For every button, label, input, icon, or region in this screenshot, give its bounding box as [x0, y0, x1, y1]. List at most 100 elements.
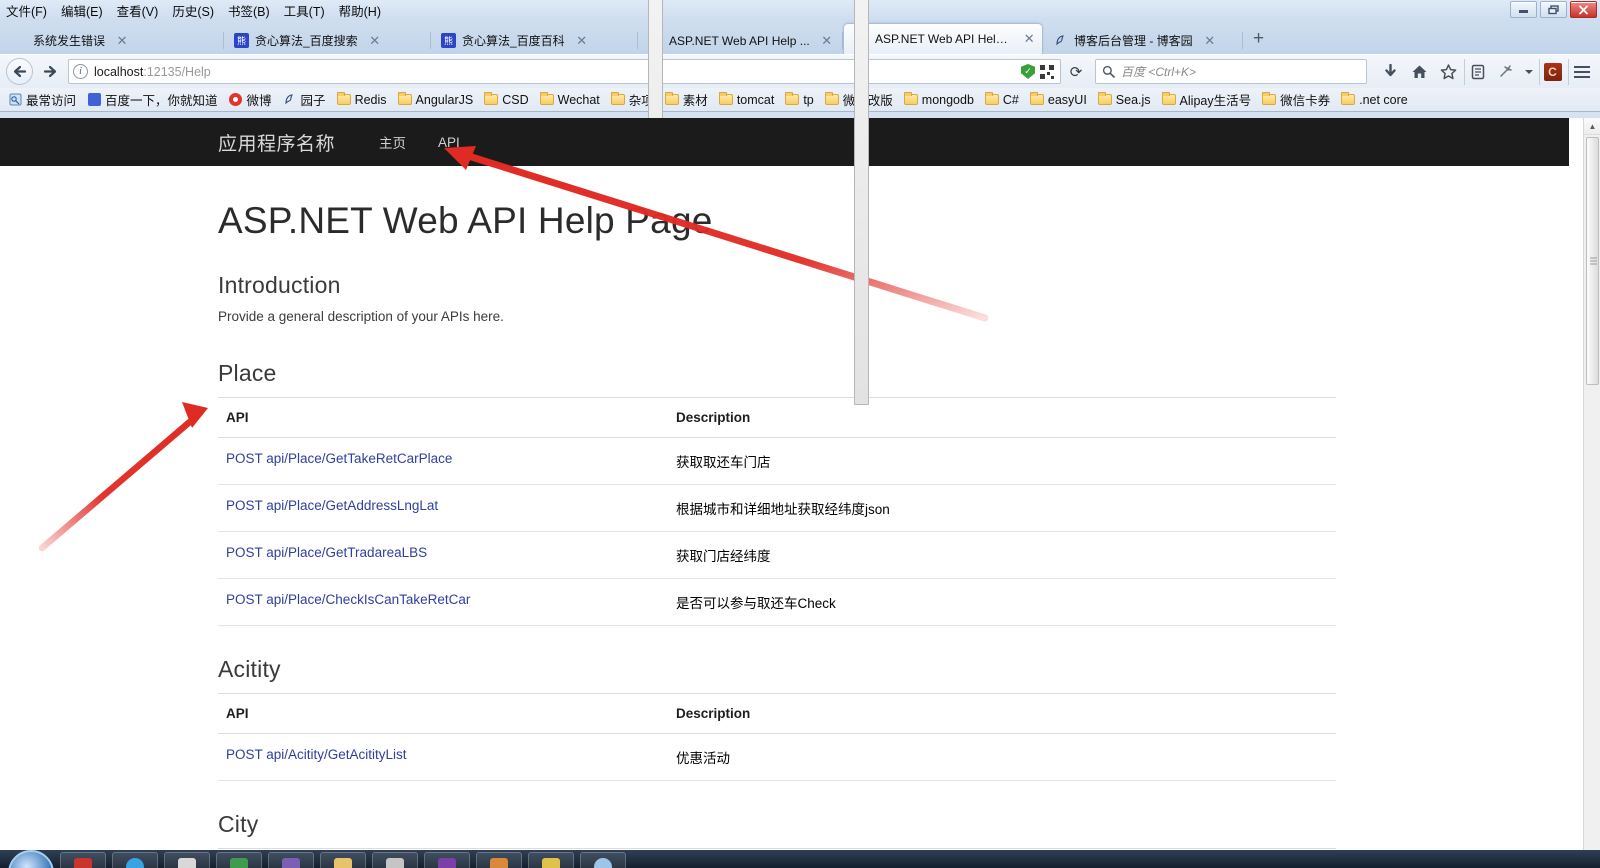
- page-favicon-icon: [854, 0, 869, 405]
- table-row: POST api/Place/GetTakeRetCarPlace 获取取还车门店: [218, 437, 1336, 485]
- bookmark-item[interactable]: 微信卡券: [1257, 89, 1335, 110]
- site-nav-link-api[interactable]: API: [422, 135, 476, 150]
- bookmark-item[interactable]: Sea.js: [1093, 92, 1156, 108]
- page-viewport: 应用程序名称 主页 API ASP.NET Web API Help Page …: [0, 118, 1600, 850]
- extension-button[interactable]: C: [1539, 58, 1565, 85]
- back-button[interactable]: [6, 58, 33, 85]
- bookmark-item[interactable]: CSD: [479, 92, 533, 108]
- taskbar-item-4[interactable]: [216, 852, 262, 868]
- tab-close-icon[interactable]: ✕: [115, 34, 129, 48]
- taskbar-item-9[interactable]: [476, 852, 522, 868]
- taskbar-item-8[interactable]: [424, 852, 470, 868]
- bookmark-item[interactable]: AngularJS: [393, 92, 479, 108]
- scroll-up-arrow-icon[interactable]: ▲: [1584, 118, 1600, 135]
- bookmark-item[interactable]: Alipay生活号: [1157, 89, 1257, 110]
- bookmark-item[interactable]: 百度一下，你就知道: [82, 89, 223, 110]
- page-scrollbar[interactable]: ▲: [1583, 118, 1600, 850]
- forward-button[interactable]: [37, 58, 64, 85]
- tab-cnblogs-admin[interactable]: 博客后台管理 - 博客园 ✕: [1043, 27, 1243, 54]
- api-cell: POST api/Acitity/GetAcitityList: [218, 733, 668, 781]
- api-link[interactable]: POST api/Place/GetTakeRetCarPlace: [226, 451, 452, 466]
- close-button[interactable]: [1570, 1, 1597, 18]
- tab-system-error[interactable]: 系统发生错误 ✕: [2, 27, 224, 54]
- bookmark-item[interactable]: 最常访问: [3, 89, 81, 110]
- table-row: POST api/Acitity/GetAcitityList 优惠活动: [218, 733, 1336, 781]
- menu-item-bookmarks[interactable]: 书签(B): [228, 1, 270, 20]
- start-button[interactable]: [8, 850, 54, 868]
- menu-hamburger-icon[interactable]: [1568, 58, 1594, 85]
- bookmarks-bar: 最常访问 百度一下，你就知道 微博 园子 Redis AngularJS CSD Wechat…: [0, 88, 1600, 112]
- home-icon[interactable]: [1406, 59, 1432, 85]
- scrollbar-thumb[interactable]: [1586, 137, 1599, 385]
- bookmark-item[interactable]: easyUI: [1025, 92, 1092, 108]
- tab-close-icon[interactable]: ✕: [1022, 32, 1036, 46]
- tab-baidu-baike[interactable]: 熊 贪心算法_百度百科 ✕: [431, 27, 638, 54]
- downloads-icon[interactable]: [1377, 59, 1403, 85]
- taskbar-item-3[interactable]: [164, 852, 210, 868]
- address-bar-actions: [1021, 64, 1056, 79]
- menu-item-help[interactable]: 帮助(H): [339, 1, 381, 20]
- search-bar[interactable]: 百度 <Ctrl+K>: [1095, 59, 1367, 84]
- bookmark-star-icon[interactable]: [1435, 59, 1461, 85]
- baidu-favicon-icon: 熊: [441, 33, 456, 48]
- qrcode-icon[interactable]: [1040, 64, 1054, 79]
- minimize-button[interactable]: [1510, 1, 1537, 18]
- taskbar-item-11[interactable]: [580, 852, 626, 868]
- search-input-placeholder[interactable]: 百度 <Ctrl+K>: [1121, 63, 1196, 80]
- tab-help-page-1[interactable]: ASP.NET Web API Help ... ✕: [638, 0, 843, 407]
- site-identity-icon[interactable]: i: [73, 64, 88, 79]
- folder-icon: [336, 92, 351, 107]
- tab-close-icon[interactable]: ✕: [575, 34, 589, 48]
- bookmark-item[interactable]: Wechat: [535, 92, 605, 108]
- bookmark-label: .net core: [1359, 92, 1408, 107]
- bookmark-label: CSD: [502, 92, 529, 107]
- tab-title: 系统发生错误: [33, 34, 106, 48]
- api-link[interactable]: POST api/Acitity/GetAcitityList: [226, 747, 407, 762]
- url-path: :12135/Help: [143, 64, 211, 79]
- bookmark-item[interactable]: mongodb: [899, 92, 979, 108]
- bookmark-item[interactable]: .net core: [1336, 92, 1413, 108]
- tab-close-icon[interactable]: ✕: [1203, 34, 1217, 48]
- menu-item-history[interactable]: 历史(S): [172, 1, 214, 20]
- menu-item-file[interactable]: 文件(F): [6, 1, 47, 20]
- baidu-favicon-icon: 熊: [234, 33, 249, 48]
- taskbar-item-6[interactable]: [320, 852, 366, 868]
- address-bar[interactable]: i localhost:12135/Help: [68, 59, 1061, 84]
- api-link[interactable]: POST api/Place/GetTradareaLBS: [226, 545, 427, 560]
- bookmark-label: Redis: [354, 92, 387, 107]
- new-tab-button[interactable]: +: [1243, 29, 1274, 51]
- tab-baidu-search[interactable]: 熊 贪心算法_百度搜索 ✕: [224, 27, 431, 54]
- taskbar-item-7[interactable]: [372, 852, 418, 868]
- reload-button[interactable]: ⟳: [1065, 63, 1087, 81]
- folder-icon: [785, 92, 800, 107]
- taskbar-item-10[interactable]: [528, 852, 574, 868]
- bookmark-item[interactable]: Redis: [332, 92, 392, 108]
- site-nav-link-home[interactable]: 主页: [363, 132, 422, 152]
- security-shield-icon[interactable]: [1021, 64, 1035, 79]
- tab-close-icon[interactable]: ✕: [368, 34, 382, 48]
- section-heading: Place: [218, 360, 277, 386]
- menu-item-tools[interactable]: 工具(T): [284, 1, 325, 20]
- api-link[interactable]: POST api/Place/GetAddressLngLat: [226, 498, 438, 513]
- menu-item-edit[interactable]: 编辑(E): [61, 1, 103, 20]
- overflow-chevron-down-icon[interactable]: [1522, 59, 1536, 85]
- site-brand[interactable]: 应用程序名称: [218, 129, 335, 156]
- extension-icon[interactable]: C: [1543, 62, 1562, 81]
- bookmark-item[interactable]: 素材: [660, 89, 713, 110]
- bookmark-item[interactable]: 微博: [224, 89, 277, 110]
- bookmark-item[interactable]: 园子: [278, 89, 331, 110]
- tab-help-page-2-active[interactable]: ASP.NET Web API Help ... ✕: [843, 0, 1043, 405]
- tab-close-icon[interactable]: ✕: [820, 34, 834, 48]
- pocket-icon[interactable]: [1493, 59, 1519, 85]
- bookmark-item[interactable]: tomcat: [714, 92, 780, 108]
- restore-button[interactable]: [1540, 1, 1567, 18]
- menu-item-view[interactable]: 查看(V): [117, 1, 159, 20]
- api-link[interactable]: POST api/Place/CheckIsCanTakeRetCar: [226, 592, 470, 607]
- taskbar-item-1[interactable]: [60, 852, 106, 868]
- bookmark-item[interactable]: tp: [780, 92, 818, 108]
- taskbar-item-5[interactable]: [268, 852, 314, 868]
- reading-list-icon[interactable]: [1464, 58, 1490, 85]
- window-controls: [1510, 1, 1597, 18]
- bookmark-item[interactable]: C#: [980, 92, 1024, 108]
- taskbar-item-firefox[interactable]: [112, 852, 158, 868]
